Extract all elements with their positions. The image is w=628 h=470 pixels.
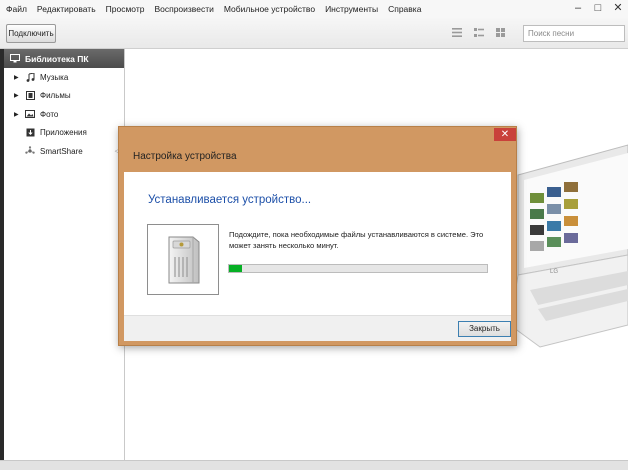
maximize-button[interactable]: □ <box>592 2 604 15</box>
sidebar-item-photo[interactable]: ▶ Фото <box>4 105 124 124</box>
progress-fill <box>229 265 242 272</box>
list-view-icon[interactable] <box>452 28 462 37</box>
sidebar-item-label: SmartShare <box>40 146 83 156</box>
menu-help[interactable]: Справка <box>388 4 421 14</box>
menu-bar: Файл Редактировать Просмотр Воспроизвест… <box>0 0 628 18</box>
device-setup-dialog: ✕ Настройка устройства Устанавливается у… <box>118 126 517 346</box>
sidebar-item-apps[interactable]: Приложения <box>4 124 124 143</box>
search-input[interactable]: Поиск песни <box>523 25 625 42</box>
sidebar: Библиотека ПК ▶ Музыка ▶ Фильмы ▶ Фото П… <box>4 49 125 470</box>
view-switcher <box>452 28 505 37</box>
install-progress-bar <box>228 264 488 273</box>
detail-view-icon[interactable] <box>474 28 484 37</box>
sidebar-item-label: Приложения <box>40 128 87 138</box>
sidebar-header-label: Библиотека ПК <box>25 53 89 64</box>
sidebar-header[interactable]: Библиотека ПК <box>4 49 124 68</box>
dialog-close-x-button[interactable]: ✕ <box>494 128 516 141</box>
sidebar-item-music[interactable]: ▶ Музыка <box>4 68 124 87</box>
install-heading: Устанавливается устройство... <box>148 194 312 206</box>
menu-view[interactable]: Просмотр <box>106 4 145 14</box>
dialog-body: Устанавливается устройство... Подождите,… <box>124 172 511 341</box>
dialog-title: Настройка устройства <box>133 151 237 162</box>
close-button[interactable]: Закрыть <box>458 321 511 337</box>
sidebar-item-label: Фильмы <box>40 91 71 101</box>
expand-arrow-icon[interactable]: ▶ <box>14 92 22 99</box>
grid-view-icon[interactable] <box>496 28 505 37</box>
sidebar-item-movies[interactable]: ▶ Фильмы <box>4 87 124 106</box>
device-image-frame <box>147 224 219 295</box>
expand-arrow-icon[interactable]: ▶ <box>14 74 22 81</box>
menu-edit[interactable]: Редактировать <box>37 4 96 14</box>
menu-mobile-device[interactable]: Мобильное устройство <box>224 4 315 14</box>
close-window-button[interactable]: ✕ <box>612 2 624 15</box>
menu-file[interactable]: Файл <box>6 4 27 14</box>
minimize-button[interactable]: – <box>572 2 584 15</box>
toolbar: Подключить Поиск песни <box>0 18 628 49</box>
menu-play[interactable]: Воспроизвести <box>154 4 213 14</box>
film-icon <box>24 91 36 101</box>
smartshare-icon <box>24 146 36 156</box>
apps-download-icon <box>24 128 36 137</box>
svg-text:LG: LG <box>550 269 558 275</box>
window-controls: – □ ✕ <box>572 2 624 15</box>
dialog-footer: Закрыть <box>124 315 511 341</box>
device-icon <box>163 233 203 287</box>
sidebar-item-label: Фото <box>40 109 59 119</box>
menu-tools[interactable]: Инструменты <box>325 4 378 14</box>
music-note-icon <box>24 72 36 82</box>
photo-icon <box>24 110 36 119</box>
laptop-illustration: LG <box>509 125 628 355</box>
sidebar-item-label: Музыка <box>40 72 69 82</box>
status-bar <box>0 460 628 470</box>
sidebar-item-smartshare[interactable]: SmartShare ◁ <box>4 142 124 161</box>
expand-arrow-icon[interactable]: ▶ <box>14 111 22 118</box>
monitor-icon <box>10 54 20 63</box>
connect-button[interactable]: Подключить <box>6 24 56 43</box>
install-message: Подождите, пока необходимые файлы устана… <box>229 230 484 250</box>
